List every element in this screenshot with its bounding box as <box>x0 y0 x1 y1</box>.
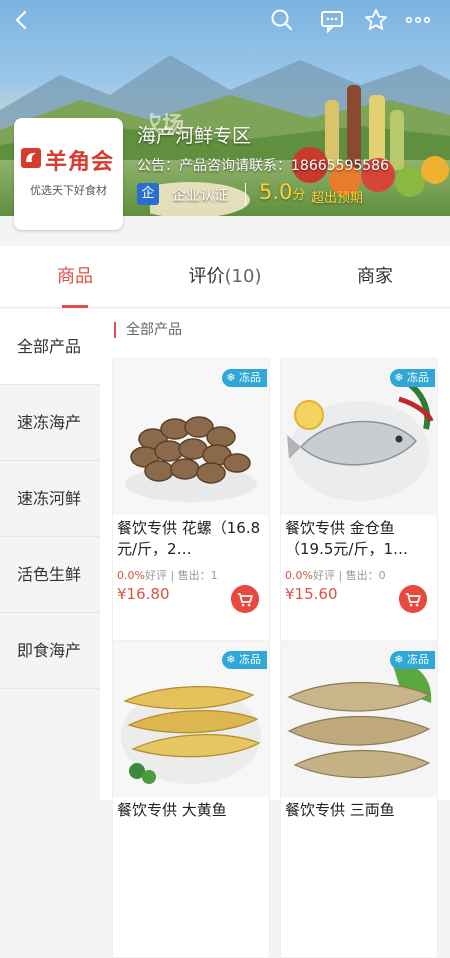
product-title: 餐饮专供 大黄鱼 <box>117 801 227 819</box>
back-icon[interactable] <box>8 6 36 34</box>
star-icon[interactable] <box>362 6 390 34</box>
frozen-badge: ❄ 冻品 <box>390 651 435 669</box>
product-price: ¥16.80 <box>117 585 170 603</box>
tab-products[interactable]: 商品 <box>0 246 150 308</box>
cart-icon[interactable] <box>399 585 427 613</box>
shop-score: 5.0分 <box>259 180 305 204</box>
tab-active-indicator <box>62 305 88 308</box>
product-card[interactable]: ❄ 冻品 餐饮专供 金仓鱼（19.5元/斤，1… 0.0%好评 | 售出：0 ¥… <box>280 358 438 676</box>
frozen-badge: ❄ 冻品 <box>222 651 267 669</box>
certification-label: 企业认证 <box>172 188 228 204</box>
product-title: 餐饮专供 金仓鱼（19.5元/斤，1… <box>285 519 408 558</box>
more-icon[interactable] <box>404 6 432 34</box>
product-meta: 0.0%好评 | 售出：0 <box>285 569 386 582</box>
review-count: (10) <box>224 266 262 287</box>
tab-bar: 商品 评价(10) 商家 <box>0 246 450 308</box>
divider <box>245 183 246 205</box>
tab-label: 商品 <box>57 266 93 287</box>
certification-icon: 企 <box>137 183 159 205</box>
sidebar-item-frozen-freshwater[interactable]: 速冻河鲜 <box>0 461 100 537</box>
rating-value: 0.0% <box>285 569 313 582</box>
snowflake-icon: ❄ <box>226 371 239 384</box>
product-card[interactable]: ❄ 冻品 餐饮专供 三両鱼 <box>280 640 438 958</box>
product-card[interactable]: ❄ 冻品 餐饮专供 大黄鱼 <box>112 640 270 958</box>
product-price: ¥15.60 <box>285 585 338 603</box>
message-icon[interactable] <box>318 6 346 34</box>
rating-value: 0.0% <box>117 569 145 582</box>
tab-label: 评价 <box>188 266 225 287</box>
tab-merchant[interactable]: 商家 <box>300 246 450 308</box>
frozen-badge: ❄ 冻品 <box>222 369 267 387</box>
sidebar-item-live-fresh[interactable]: 活色生鲜 <box>0 537 100 613</box>
shop-logo: 羊角会 优选天下好食材 <box>14 118 123 230</box>
shop-name: 海产河鲜专区 <box>137 125 252 147</box>
rating-label: 好评 <box>312 569 335 582</box>
section-title: 全部产品 <box>114 322 182 338</box>
category-sidebar: 全部产品 速冻海产 速冻河鲜 活色生鲜 即食海产 <box>0 309 100 800</box>
sales-count: 售出：1 <box>177 569 218 582</box>
search-icon[interactable] <box>268 6 296 34</box>
sidebar-item-all-products[interactable]: 全部产品 <box>0 309 100 385</box>
badge-label: 冻品 <box>407 371 429 384</box>
product-list: 全部产品 ❄ 冻品 餐饮专供 花螺（16.8元/斤，2… 0.0%好评 | 售出… <box>100 309 450 958</box>
product-title: 餐饮专供 花螺（16.8元/斤，2… <box>117 519 261 558</box>
shop-notice: 公告：产品咨询请联系：18665595586 <box>137 158 389 174</box>
rating-label: 好评 <box>144 569 167 582</box>
product-card[interactable]: ❄ 冻品 餐饮专供 花螺（16.8元/斤，2… 0.0%好评 | 售出：1 ¥1… <box>112 358 270 676</box>
tab-reviews[interactable]: 评价(10) <box>150 246 300 308</box>
product-image: ❄ 冻品 <box>113 641 269 797</box>
sidebar-item-ready-seafood[interactable]: 即食海产 <box>0 613 100 689</box>
product-image: ❄ 冻品 <box>113 359 269 515</box>
product-image: ❄ 冻品 <box>281 641 437 797</box>
score-unit: 分 <box>292 188 306 203</box>
logo-text: 羊角会 <box>44 150 114 175</box>
logo-tagline: 优选天下好食材 <box>30 184 107 197</box>
tab-label: 商家 <box>357 266 393 287</box>
badge-label: 冻品 <box>239 371 261 384</box>
snowflake-icon: ❄ <box>226 653 239 666</box>
frozen-badge: ❄ 冻品 <box>390 369 435 387</box>
product-meta: 0.0%好评 | 售出：1 <box>117 569 218 582</box>
product-title: 餐饮专供 三両鱼 <box>285 801 395 819</box>
cart-icon[interactable] <box>231 585 259 613</box>
badge-label: 冻品 <box>239 653 261 666</box>
sidebar-item-frozen-seafood[interactable]: 速冻海产 <box>0 385 100 461</box>
product-image: ❄ 冻品 <box>281 359 437 515</box>
top-navigation-bar <box>0 0 450 40</box>
score-value: 5.0 <box>259 180 293 204</box>
badge-label: 冻品 <box>407 653 429 666</box>
sales-count: 售出：0 <box>345 569 386 582</box>
snowflake-icon: ❄ <box>394 653 407 666</box>
score-note: 超出预期 <box>311 191 364 206</box>
snowflake-icon: ❄ <box>394 371 407 384</box>
